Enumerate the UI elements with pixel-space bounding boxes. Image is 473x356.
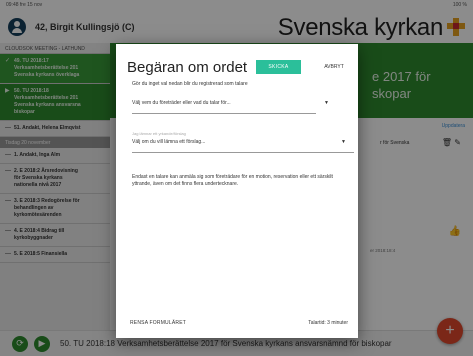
cancel-button[interactable]: AVBRYT [319,60,349,74]
send-button[interactable]: SKICKA [256,60,301,74]
represent-select[interactable]: Välj vem du företräder eller vad du tala… [132,100,332,114]
represent-select-value: Välj vem du företräder eller vad du tala… [132,100,231,106]
dialog-title: Begäran om ordet [127,59,248,76]
dialog-instruction: Gör du inget val nedan blir du registrer… [132,81,248,87]
dropdown-arrow-icon: ▼ [341,139,346,145]
proposal-select-label: Jag lämnar ett yrkande/förslag [132,131,186,136]
dialog-info-text: Endast en talare kan anmäla sig som före… [132,174,333,187]
app-screen: 09:48 fre 15 nov 100 % 42, Birgit Kullin… [0,0,473,356]
proposal-select[interactable]: Välj om du vill lämna ett förslag... ▼ [132,139,354,153]
dropdown-arrow-icon: ▼ [324,100,329,106]
speak-request-dialog: Begäran om ordet SKICKA AVBRYT Gör du in… [116,44,358,338]
reset-form-button[interactable]: RENSA FORMULÄRET [130,320,186,326]
speaking-time: Talartid: 3 minuter [308,320,348,326]
proposal-select-value: Välj om du vill lämna ett förslag... [132,139,206,145]
